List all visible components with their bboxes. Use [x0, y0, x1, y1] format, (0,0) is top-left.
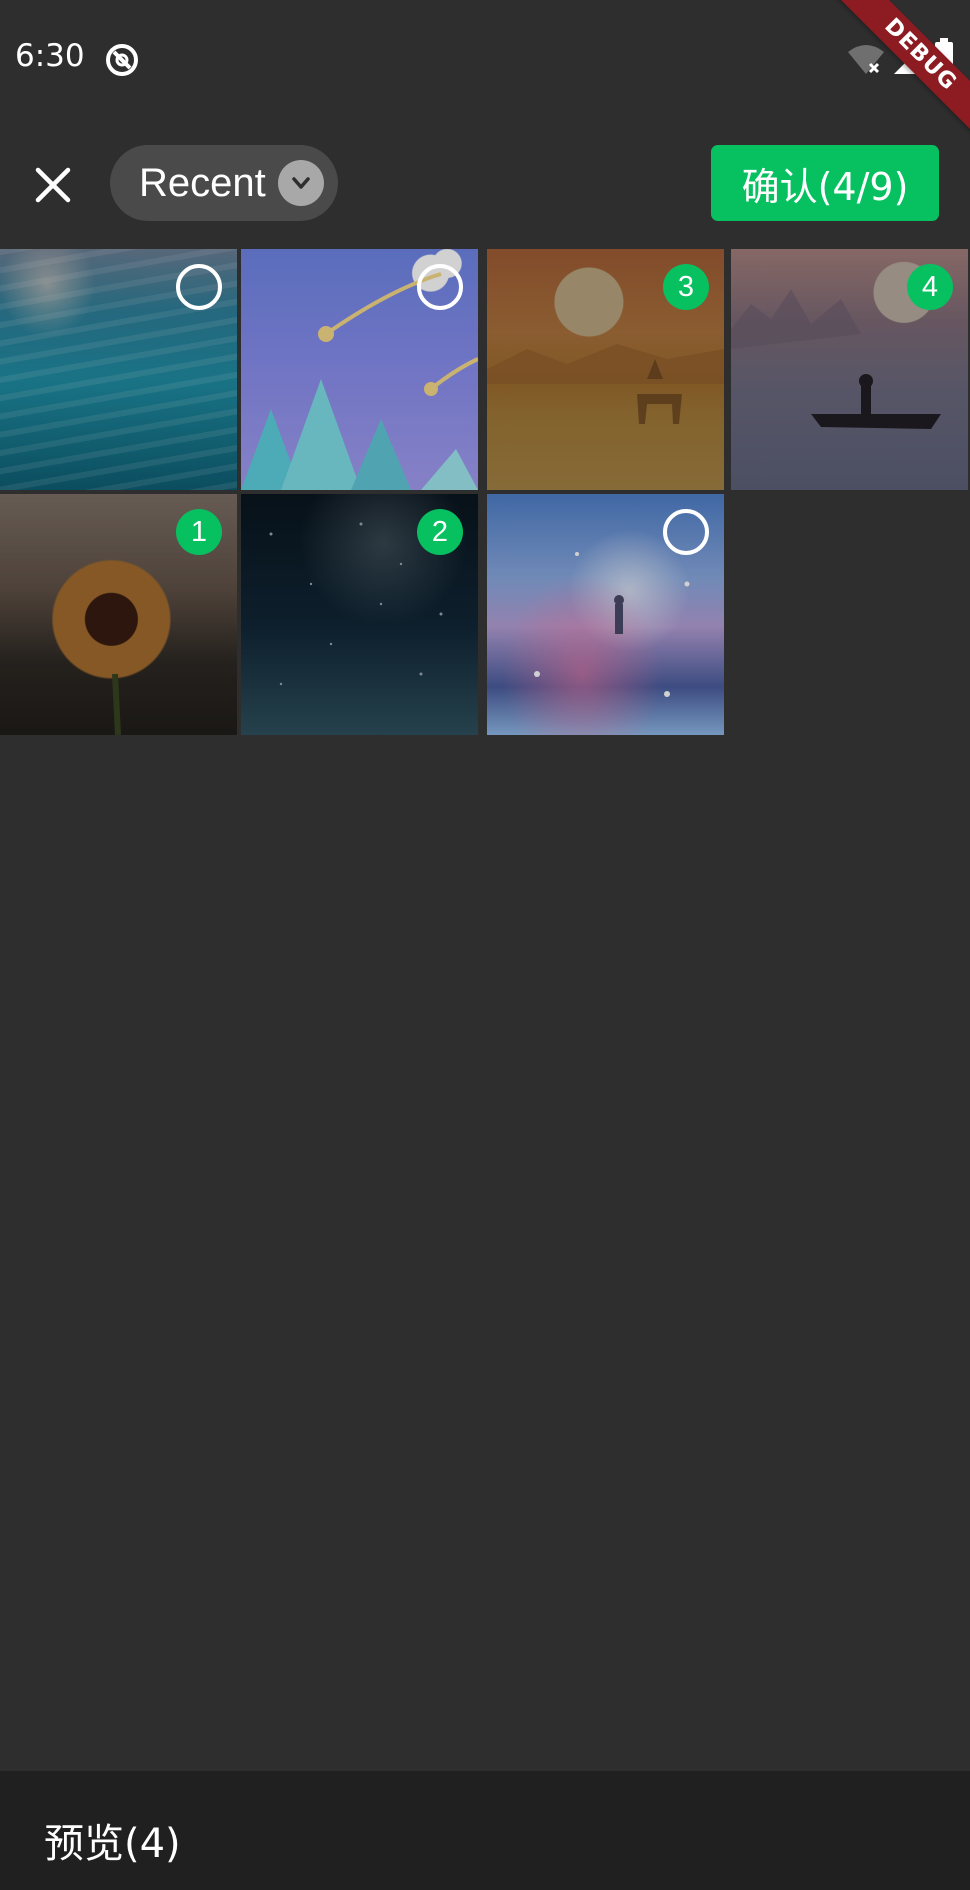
confirm-button[interactable]: 确认(4/9) [711, 145, 939, 221]
status-icons [846, 38, 956, 80]
wifi-icon [846, 42, 886, 80]
close-icon [35, 167, 71, 207]
top-bar: Recent 确认(4/9) [0, 118, 970, 248]
chevron-down-icon [277, 160, 324, 206]
select-circle[interactable] [663, 509, 709, 555]
signal-icon [892, 42, 926, 80]
preview-button[interactable]: 预览(4) [44, 1811, 181, 1869]
select-circle[interactable] [417, 264, 463, 310]
album-selector[interactable]: Recent [110, 145, 338, 221]
photo-tile[interactable] [241, 249, 478, 490]
select-badge[interactable]: 2 [417, 509, 463, 555]
select-circle[interactable] [176, 264, 222, 310]
app-status-icon [104, 42, 140, 78]
album-label: Recent [139, 160, 266, 205]
select-badge[interactable]: 3 [663, 264, 709, 310]
photo-tile[interactable] [487, 494, 724, 735]
photo-tile[interactable]: 1 [0, 494, 237, 735]
select-badge[interactable]: 1 [176, 509, 222, 555]
photo-tile[interactable] [0, 249, 237, 490]
battery-icon [934, 38, 954, 80]
photo-tile[interactable]: 2 [241, 494, 478, 735]
photo-tile[interactable]: 4 [731, 249, 968, 490]
status-time: 6:30 [15, 38, 85, 74]
bottom-bar: 预览(4) [0, 1771, 970, 1890]
select-badge[interactable]: 4 [907, 264, 953, 310]
status-bar: 6:30 [0, 0, 970, 118]
close-button[interactable] [24, 158, 82, 216]
photo-tile[interactable]: 3 [487, 249, 724, 490]
